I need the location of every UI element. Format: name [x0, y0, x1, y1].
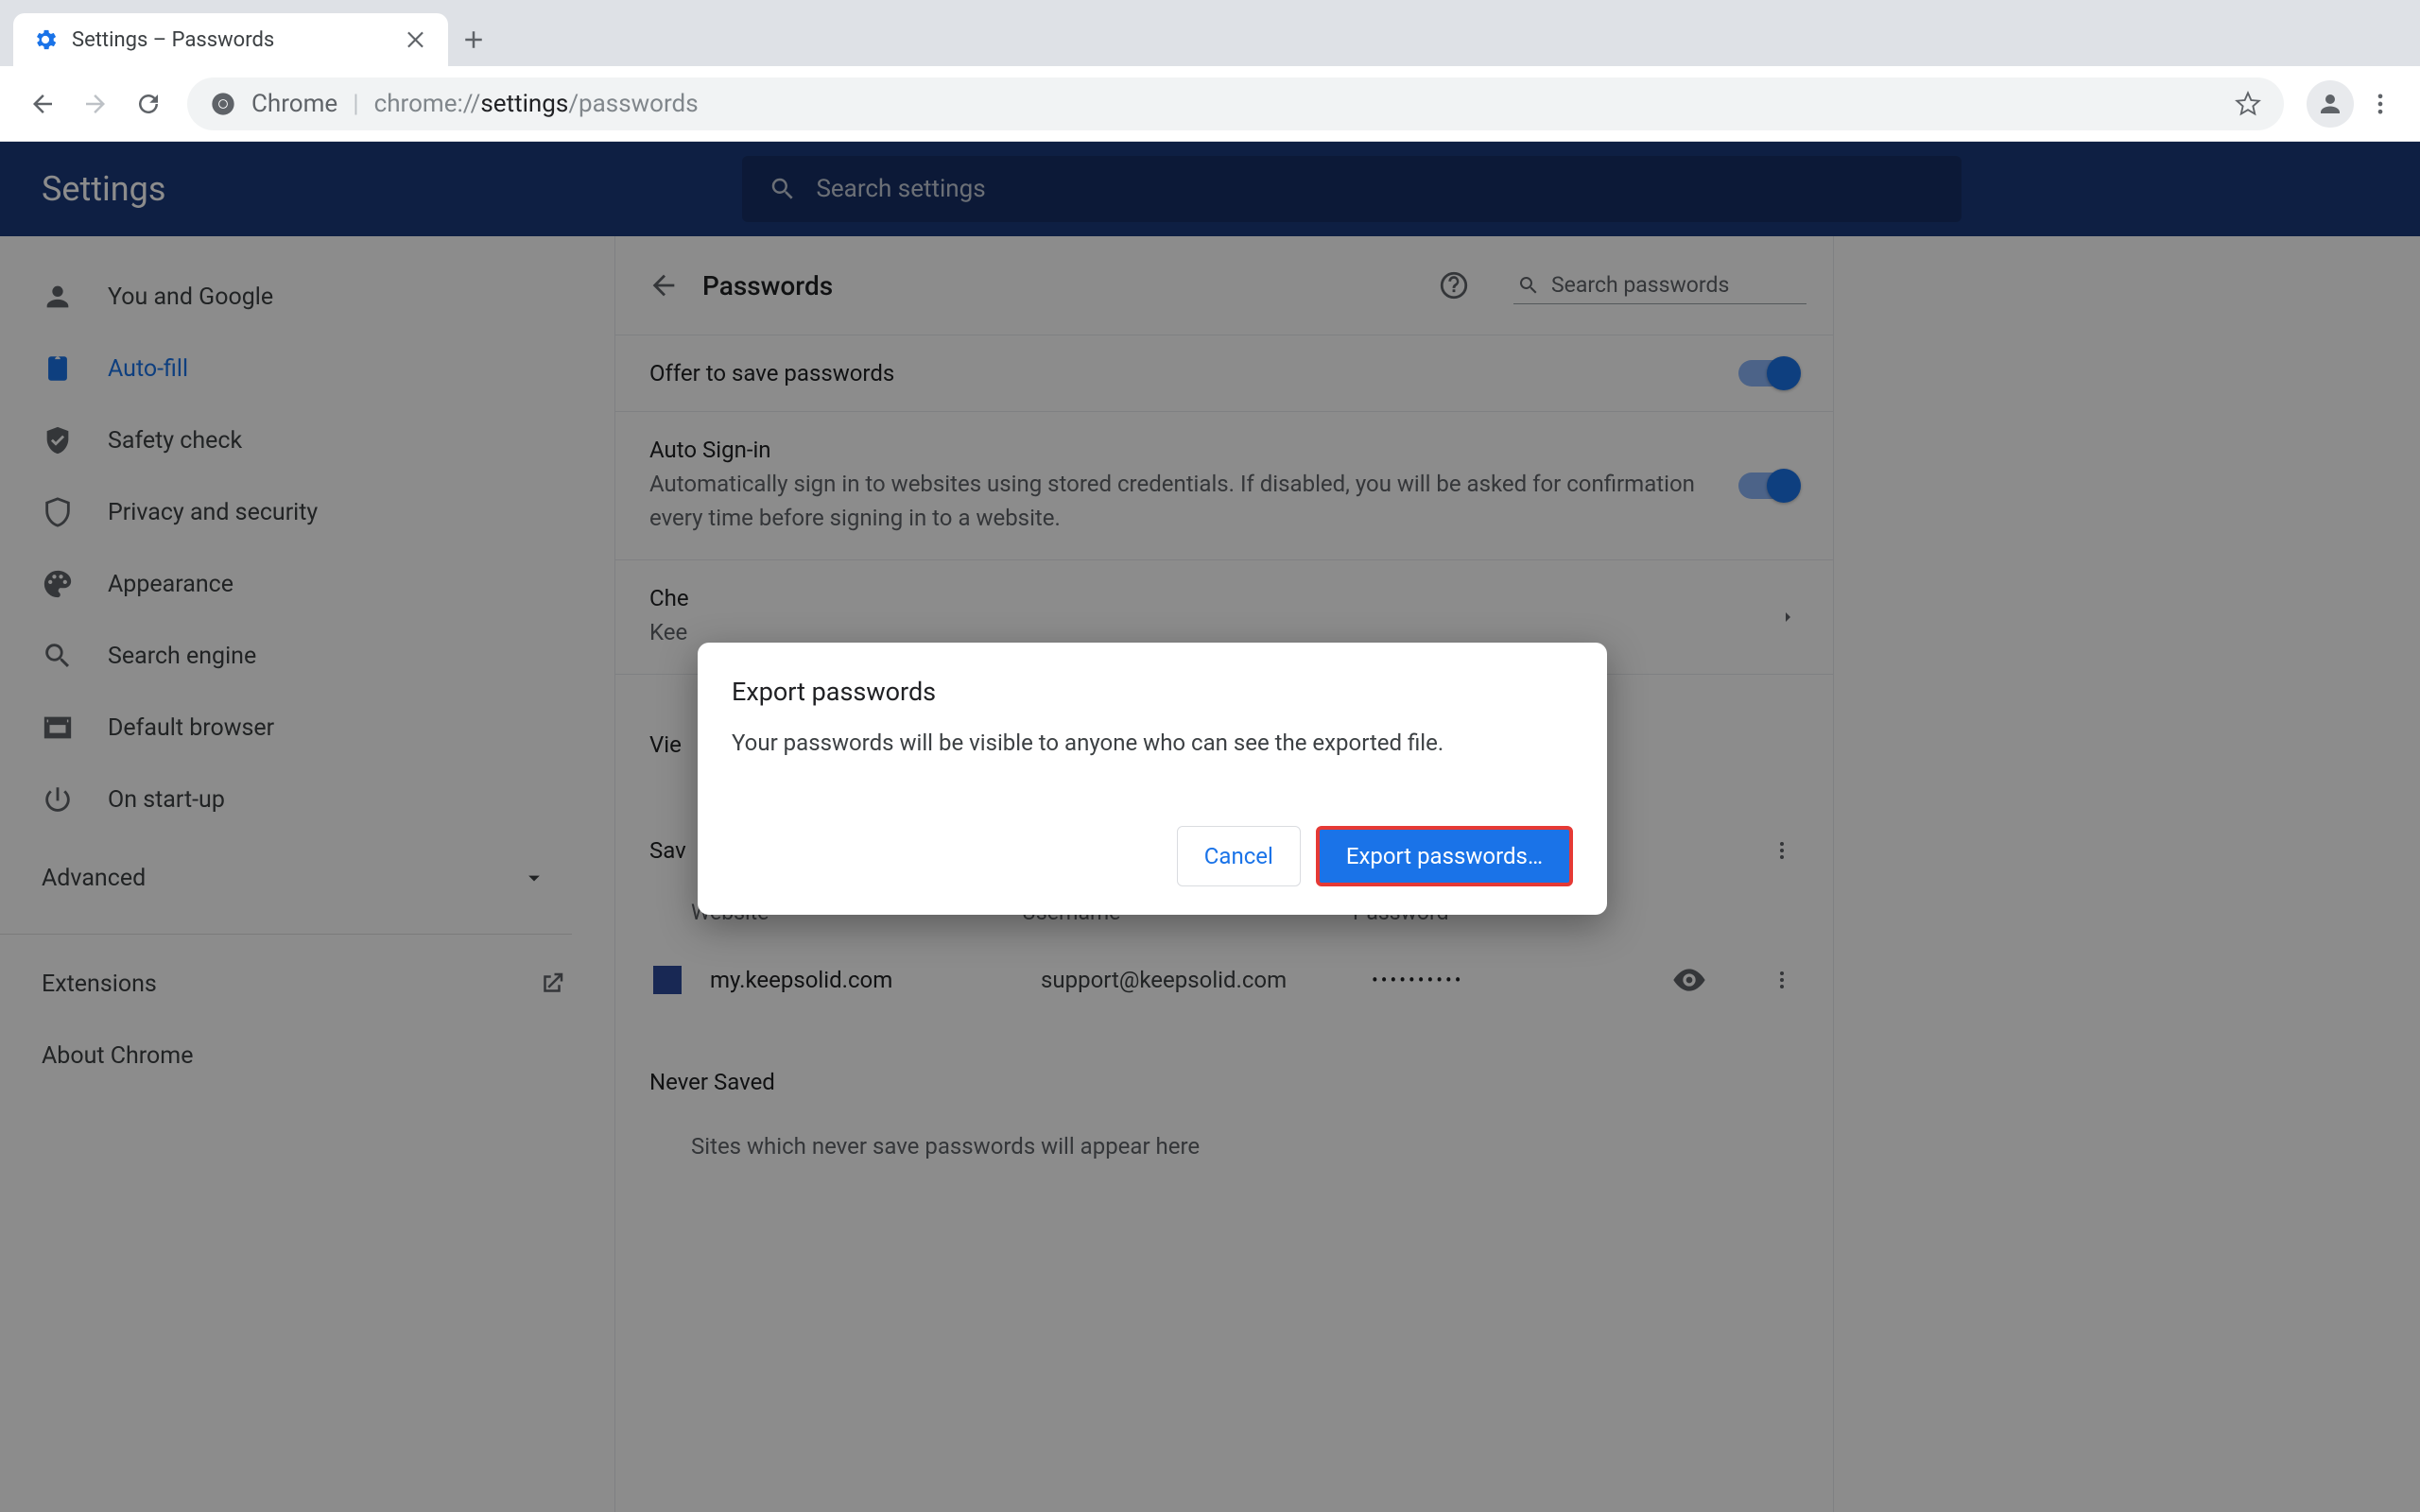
profile-button[interactable]: [2307, 80, 2354, 128]
cancel-button[interactable]: Cancel: [1177, 826, 1301, 886]
reload-button[interactable]: [125, 80, 172, 128]
export-passwords-button[interactable]: Export passwords…: [1316, 826, 1573, 886]
browser-menu-button[interactable]: [2360, 80, 2401, 128]
dialog-body: Your passwords will be visible to anyone…: [732, 726, 1573, 760]
chrome-icon: [210, 91, 236, 117]
forward-button[interactable]: [72, 80, 119, 128]
tab-strip: Settings – Passwords: [0, 0, 2420, 66]
close-icon[interactable]: [405, 27, 429, 52]
star-icon[interactable]: [2235, 91, 2261, 117]
omnibox-chip: Chrome: [251, 90, 337, 118]
url-text: chrome://settings/passwords: [374, 90, 699, 118]
export-passwords-dialog: Export passwords Your passwords will be …: [698, 643, 1607, 915]
dialog-title: Export passwords: [732, 677, 1573, 707]
browser-toolbar: Chrome | chrome://settings/passwords: [0, 66, 2420, 142]
tab-title: Settings – Passwords: [72, 28, 274, 52]
separator: |: [353, 90, 358, 118]
gear-icon: [32, 26, 59, 53]
new-tab-button[interactable]: [459, 26, 488, 54]
back-button[interactable]: [19, 80, 66, 128]
browser-tab[interactable]: Settings – Passwords: [13, 13, 448, 66]
address-bar[interactable]: Chrome | chrome://settings/passwords: [187, 77, 2284, 130]
